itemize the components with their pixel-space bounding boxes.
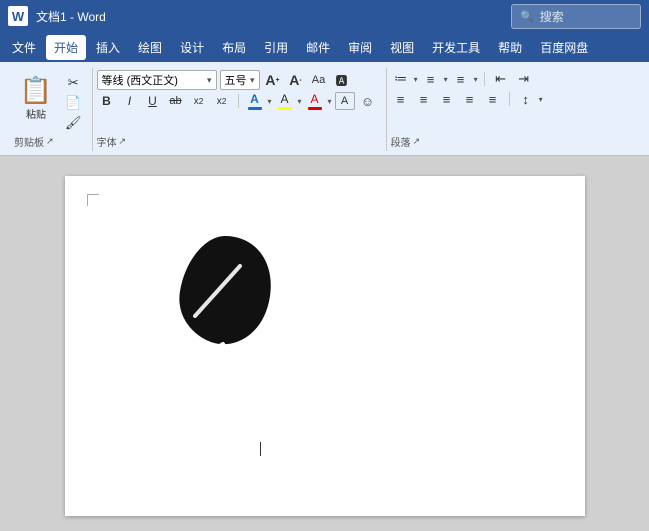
multilevel-arrow[interactable]: ▾ xyxy=(474,75,478,84)
multilevel-button[interactable]: ≡ xyxy=(451,70,471,88)
page-corner xyxy=(87,194,99,206)
document-page[interactable] xyxy=(65,176,585,516)
menu-developer[interactable]: 开发工具 xyxy=(424,35,488,60)
font-name-select[interactable]: 等线 (西文正文) ▾ xyxy=(97,70,217,90)
superscript-button[interactable]: x2 xyxy=(212,92,232,110)
menu-insert[interactable]: 插入 xyxy=(88,35,128,60)
decrease-indent-button[interactable]: ⇤ xyxy=(491,70,511,88)
paragraph-expand-icon[interactable]: ↗ xyxy=(413,136,421,147)
menu-home[interactable]: 开始 xyxy=(46,35,86,60)
font-size-select[interactable]: 五号 ▾ xyxy=(220,70,260,90)
strikethrough-button[interactable]: ab xyxy=(166,92,186,110)
italic-button[interactable]: I xyxy=(120,92,140,110)
align-left-button[interactable]: ≡ xyxy=(391,90,411,108)
font-grow-button[interactable]: A+ xyxy=(263,71,283,89)
search-placeholder: 搜索 xyxy=(540,8,564,25)
menu-layout[interactable]: 布局 xyxy=(214,35,254,60)
font-name-arrow: ▾ xyxy=(207,75,212,86)
font-row2: B I U ab x2 x2 A ▾ A ▾ xyxy=(97,92,378,110)
separator3 xyxy=(509,92,510,106)
case-button[interactable]: Aa xyxy=(309,71,329,89)
clipboard-expand-icon[interactable]: ↗ xyxy=(46,136,54,147)
ribbon: 📋 粘贴 ✂ 📄 🖌 剪贴板 ↗ xyxy=(0,62,649,156)
bullets-button[interactable]: ≔ xyxy=(391,70,411,88)
search-box[interactable]: 🔍 搜索 xyxy=(511,4,641,29)
para-row2: ≡ ≡ ≡ ≡ ≡ ↕ ▾ xyxy=(391,90,543,108)
subscript-button[interactable]: x2 xyxy=(189,92,209,110)
align-center-button[interactable]: ≡ xyxy=(414,90,434,108)
search-icon: 🔍 xyxy=(520,10,534,23)
font-color2-button[interactable]: A xyxy=(305,92,325,110)
paste-button[interactable]: 📋 粘贴 xyxy=(14,70,58,125)
font-color-button[interactable]: A xyxy=(245,92,265,110)
word-app-icon: W xyxy=(8,6,28,26)
numbering-arrow[interactable]: ▾ xyxy=(444,75,448,84)
paragraph-label: 段落 ↗ xyxy=(391,132,543,149)
font-expand-icon[interactable]: ↗ xyxy=(119,136,127,147)
font-size-value: 五号 xyxy=(225,72,247,88)
highlight-button[interactable]: A xyxy=(275,92,295,110)
highlight-arrow[interactable]: ▾ xyxy=(298,97,302,106)
title-bar-left: W 文档1 - Word xyxy=(8,6,106,26)
window-title: 文档1 - Word xyxy=(36,8,106,25)
menu-help[interactable]: 帮助 xyxy=(490,35,530,60)
emoji-button[interactable]: ☺ xyxy=(358,92,378,110)
bullets-arrow[interactable]: ▾ xyxy=(414,75,418,84)
menu-baidu[interactable]: 百度网盘 xyxy=(532,35,596,60)
line-spacing-button[interactable]: ↕ xyxy=(516,90,536,108)
font-size-arrow: ▾ xyxy=(250,75,255,86)
menu-bar: 文件 开始 插入 绘图 设计 布局 引用 邮件 审阅 视图 开发工具 帮助 百度… xyxy=(0,32,649,62)
font-icon-button[interactable]: A xyxy=(335,92,355,110)
separator2 xyxy=(484,72,485,86)
paragraph-content: ≔ ▾ ≡ ▾ ≡ ▾ ⇤ ⇥ ≡ ≡ ≡ ≡ ≡ xyxy=(391,70,543,132)
ribbon-body: 📋 粘贴 ✂ 📄 🖌 剪贴板 ↗ xyxy=(6,66,643,153)
clipboard-section: 📋 粘贴 ✂ 📄 🖌 剪贴板 ↗ xyxy=(10,68,93,151)
font-label: 字体 ↗ xyxy=(97,132,378,149)
numbering-button[interactable]: ≡ xyxy=(421,70,441,88)
menu-design[interactable]: 设计 xyxy=(172,35,212,60)
clipboard-label: 剪贴板 ↗ xyxy=(14,132,86,149)
menu-mailings[interactable]: 邮件 xyxy=(298,35,338,60)
menu-review[interactable]: 审阅 xyxy=(340,35,380,60)
clear-format-button[interactable]: 🅰 xyxy=(332,71,352,89)
paste-label: 粘贴 xyxy=(26,106,46,121)
bold-button[interactable]: B xyxy=(97,92,117,110)
text-cursor xyxy=(260,442,261,456)
underline-button[interactable]: U xyxy=(143,92,163,110)
justify-button[interactable]: ≡ xyxy=(460,90,480,108)
align-right-button[interactable]: ≡ xyxy=(437,90,457,108)
menu-draw[interactable]: 绘图 xyxy=(130,35,170,60)
font-row1: 等线 (西文正文) ▾ 五号 ▾ A+ A- Aa 🅰 xyxy=(97,70,352,90)
font-shrink-button[interactable]: A- xyxy=(286,71,306,89)
leaf-illustration xyxy=(165,226,285,361)
document-area xyxy=(0,156,649,531)
cut-button[interactable]: ✂ xyxy=(61,74,86,92)
increase-indent-button[interactable]: ⇥ xyxy=(514,70,534,88)
font-name-value: 等线 (西文正文) xyxy=(102,72,178,88)
font-color-arrow[interactable]: ▾ xyxy=(268,97,272,106)
font-content: 等线 (西文正文) ▾ 五号 ▾ A+ A- Aa 🅰 B I U xyxy=(97,70,378,132)
menu-references[interactable]: 引用 xyxy=(256,35,296,60)
para-row1: ≔ ▾ ≡ ▾ ≡ ▾ ⇤ ⇥ xyxy=(391,70,534,88)
separator xyxy=(238,94,239,108)
copy-button[interactable]: 📄 xyxy=(61,94,86,112)
font-section: 等线 (西文正文) ▾ 五号 ▾ A+ A- Aa 🅰 B I U xyxy=(93,68,387,151)
font-color2-arrow[interactable]: ▾ xyxy=(328,97,332,106)
paste-icon: 📋 xyxy=(20,74,52,106)
clipboard-content: 📋 粘贴 ✂ 📄 🖌 xyxy=(14,70,86,132)
format-painter-button[interactable]: 🖌 xyxy=(61,114,86,132)
menu-view[interactable]: 视图 xyxy=(382,35,422,60)
line-spacing-arrow[interactable]: ▾ xyxy=(539,95,543,104)
distributed-button[interactable]: ≡ xyxy=(483,90,503,108)
title-bar: W 文档1 - Word 🔍 搜索 xyxy=(0,0,649,32)
menu-file[interactable]: 文件 xyxy=(4,35,44,60)
paragraph-section: ≔ ▾ ≡ ▾ ≡ ▾ ⇤ ⇥ ≡ ≡ ≡ ≡ ≡ xyxy=(387,68,551,151)
